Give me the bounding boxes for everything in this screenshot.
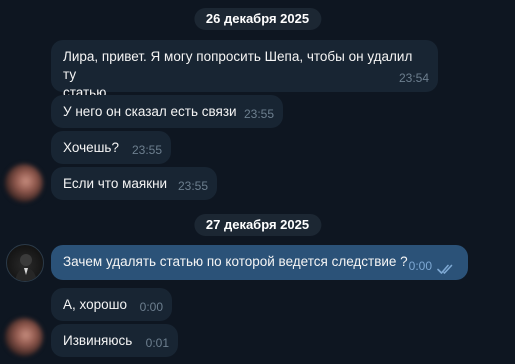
message-time: 23:55	[177, 179, 208, 193]
message-text-line: Лира, привет. Я могу попросить Шепа, что…	[63, 49, 413, 82]
message-bubble[interactable]: Лира, привет. Я могу попросить Шепа, что…	[51, 40, 438, 100]
date-separator: 26 декабря 2025	[193, 8, 322, 30]
message-time: 23:54	[398, 71, 429, 85]
message-text: А, хорошо	[63, 297, 127, 312]
message-text: Зачем удалять статью по которой ведется …	[63, 254, 408, 269]
own-avatar[interactable]	[6, 244, 44, 282]
message-text: Если что маякни	[63, 176, 168, 191]
message-text: Хочешь?	[63, 140, 119, 155]
message-time: 0:00	[139, 300, 163, 314]
message-time: 23:55	[243, 107, 274, 121]
message-bubble-outgoing[interactable]: Зачем удалять статью по которой ведется …	[51, 245, 468, 280]
date-separator: 27 декабря 2025	[193, 214, 322, 236]
message-bubble[interactable]: Хочешь? 23:55	[51, 131, 171, 164]
avatar-photo-icon	[15, 254, 37, 281]
contact-avatar[interactable]	[5, 164, 43, 202]
message-bubble[interactable]: А, хорошо 0:00	[51, 288, 172, 321]
double-check-icon	[437, 264, 453, 274]
message-text: Извиняюсь	[63, 333, 133, 348]
message-time: 0:00	[408, 259, 432, 273]
chat-history[interactable]: 26 декабря 2025 Лира, привет. Я могу поп…	[0, 0, 515, 364]
contact-avatar[interactable]	[5, 318, 43, 356]
message-time: 0:01	[145, 336, 169, 350]
message-time: 23:55	[131, 143, 162, 157]
message-bubble[interactable]: Если что маякни 23:55	[51, 167, 217, 200]
message-bubble[interactable]: У него он сказал есть связи 23:55	[51, 95, 283, 128]
message-text: У него он сказал есть связи	[63, 104, 237, 119]
message-bubble[interactable]: Извиняюсь 0:01	[51, 324, 178, 357]
